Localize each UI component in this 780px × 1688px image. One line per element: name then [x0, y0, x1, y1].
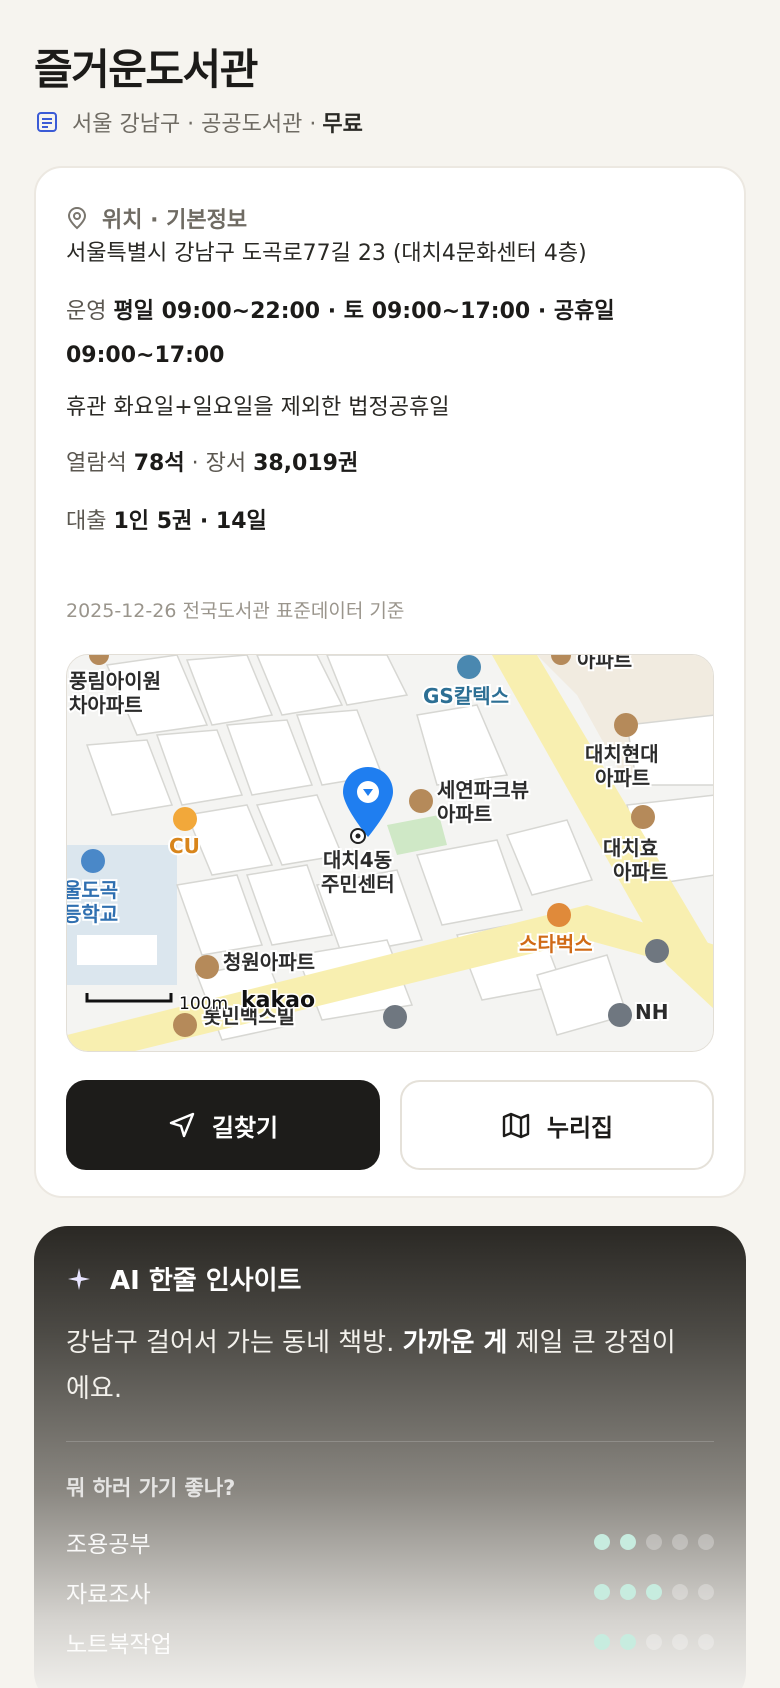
map-label-hyundai-2: 아파트: [595, 766, 650, 790]
closed-days: 휴관 화요일+일요일을 제외한 법정공휴일: [66, 395, 450, 420]
map-label-cheongwon: 청원아파트: [223, 950, 315, 974]
library-meta: 서울 강남구 · 공공도서관 · 무료: [36, 106, 363, 138]
document-icon: [37, 112, 57, 132]
ai-title: AI 한줄 인사이트: [110, 1266, 302, 1296]
hours: 운영 평일 09:00~22:00 · 토 09:00~17:00 · 공휴일 …: [66, 290, 716, 378]
map-label-cu: CU: [169, 834, 200, 858]
section-header: 위치 · 기본정보: [66, 202, 247, 234]
apartment-icon: [631, 805, 655, 829]
rating-dot: [672, 1634, 688, 1650]
map-label-top-apt: 아파트: [577, 655, 632, 672]
map-view[interactable]: 풍림아이원 차아파트 아파트 대치현대 아파트 세연파크뷰 아파트 대치효 아파…: [66, 654, 714, 1052]
seats-label: 열람석: [66, 451, 127, 476]
region-type-text: 서울 강남구 · 공공도서관 ·: [72, 112, 317, 137]
directions-button[interactable]: 길찾기: [66, 1080, 380, 1170]
svg-text:100m: 100m: [179, 994, 228, 1014]
sparkle-icon: [68, 1267, 90, 1290]
info-card: 위치 · 기본정보 서울특별시 강남구 도곡로77길 23 (대치4문화센터 4…: [34, 166, 746, 1198]
activity-name: 조용공부: [66, 1532, 151, 1558]
hours-label: 운영: [66, 299, 107, 324]
page-title: 즐거운도서관: [34, 45, 258, 94]
activity-row: 자료조사: [66, 1572, 714, 1612]
apartment-icon: [173, 1013, 197, 1037]
bank-icon: [608, 1003, 632, 1027]
hours-value: 평일 09:00~22:00 · 토 09:00~17:00 · 공휴일 09:…: [66, 299, 615, 368]
activity-name: 노트북작업: [66, 1632, 172, 1658]
map-label-starbucks: 스타벅스: [519, 932, 593, 956]
map-label-pungrim-1: 풍림아이원: [69, 669, 161, 693]
website-button[interactable]: 누리집: [400, 1080, 714, 1170]
convenience-store-icon: [173, 807, 197, 831]
books-value: 38,019권: [253, 451, 359, 476]
apartment-icon: [195, 955, 219, 979]
rating-dot: [620, 1534, 636, 1550]
rating-dot: [646, 1534, 662, 1550]
rating-dots: [594, 1634, 714, 1650]
rating-dot: [594, 1634, 610, 1650]
rating-dot: [594, 1584, 610, 1600]
cafe-icon: [547, 903, 571, 927]
loan-value: 1인 5권 · 14일: [113, 509, 267, 534]
loan-label: 대출: [66, 509, 107, 534]
divider: [66, 1441, 714, 1442]
activity-row: 노트북작업: [66, 1622, 714, 1662]
map-label-seyeon-1: 세연파크뷰: [437, 778, 529, 802]
loan-policy: 대출 1인 5권 · 14일: [66, 500, 716, 544]
map-label-nh: NH: [635, 1000, 668, 1024]
map-label-pungrim-2: 차아파트: [69, 693, 143, 717]
rating-dot: [646, 1584, 662, 1600]
ai-insight-card: AI 한줄 인사이트 강남구 걸어서 가는 동네 책방. 가까운 게 제일 큰 …: [34, 1226, 746, 1688]
rating-dots: [594, 1534, 714, 1550]
ai-insight-text: 강남구 걸어서 가는 동네 책방. 가까운 게 제일 큰 강점이에요.: [66, 1328, 676, 1404]
map-pin-label-1: 대치4동: [323, 848, 392, 872]
rating-dot: [620, 1584, 636, 1600]
map-pin-label-2: 주민센터: [321, 872, 395, 896]
rating-dot: [620, 1634, 636, 1650]
rating-dot: [594, 1534, 610, 1550]
rating-dot: [672, 1534, 688, 1550]
books-label: · 장서: [191, 451, 247, 476]
map-label-school-2: 등학교: [67, 902, 118, 926]
map-label-hyundai-1: 대치현대: [585, 742, 659, 766]
map-label-gs: GS칼텍스: [423, 684, 509, 708]
rating-dots: [594, 1584, 714, 1600]
rating-dot: [672, 1584, 688, 1600]
activity-row: 조용공부: [66, 1522, 714, 1562]
section-title: 위치 · 기본정보: [102, 208, 248, 233]
rating-dot: [698, 1534, 714, 1550]
capacity: 열람석 78석 · 장서 38,019권: [66, 442, 716, 486]
address: 서울특별시 강남구 도곡로77길 23 (대치4문화센터 4층): [66, 241, 587, 266]
website-label: 누리집: [546, 1113, 614, 1142]
fee-badge: 무료: [322, 112, 363, 137]
location-pin-icon: [67, 206, 87, 230]
school-icon: [81, 849, 105, 873]
navigation-arrow-icon: [169, 1112, 195, 1138]
seats-value: 78석: [133, 451, 185, 476]
directions-label: 길찾기: [211, 1113, 279, 1142]
ai-question: 뭐 하러 가기 좋나?: [66, 1476, 236, 1500]
map-label-hyo-2: 아파트: [613, 860, 668, 884]
map-label-hyo-1: 대치효: [603, 836, 658, 860]
map-label-seyeon-2: 아파트: [437, 802, 492, 826]
map-fold-icon: [502, 1112, 530, 1139]
apartment-icon: [409, 789, 433, 813]
map-label-school-1: 울도곡: [67, 878, 118, 902]
data-reference: 2025-12-26 전국도서관 표준데이터 기준: [66, 600, 405, 622]
bank-icon: [645, 939, 669, 963]
ai-header: AI 한줄 인사이트: [66, 1260, 301, 1297]
rating-dot: [698, 1634, 714, 1650]
rating-dot: [698, 1584, 714, 1600]
rating-dot: [646, 1634, 662, 1650]
activity-name: 자료조사: [66, 1582, 151, 1608]
flag-icon: [383, 1005, 407, 1029]
kakao-logo: kakao: [241, 988, 315, 1013]
gas-station-icon: [457, 655, 481, 679]
apartment-icon: [614, 713, 638, 737]
